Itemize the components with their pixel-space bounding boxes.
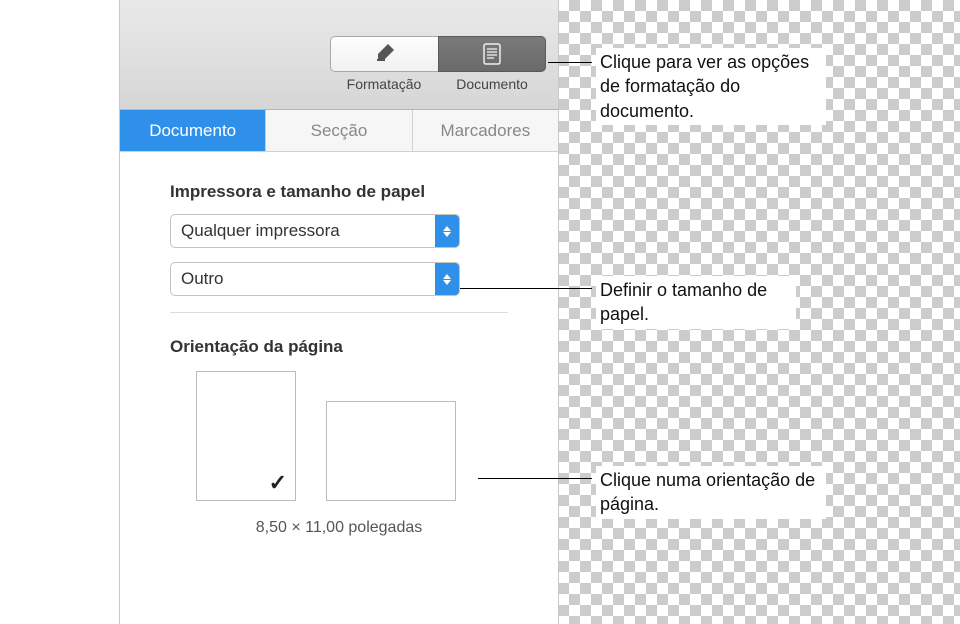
orientation-row: ✓ <box>196 371 508 501</box>
segmented-control: Formatação Documento <box>330 36 546 92</box>
callout-line <box>548 62 592 63</box>
orientation-portrait[interactable]: ✓ <box>196 371 296 501</box>
stepper-arrows-icon <box>435 215 459 247</box>
callout-paper-size: Definir o tamanho de papel. <box>596 276 796 329</box>
divider <box>170 312 508 313</box>
callout-line <box>478 478 592 479</box>
printer-section-title: Impressora e tamanho de papel <box>170 182 508 202</box>
orientation-landscape[interactable] <box>326 401 456 501</box>
page-dimensions: 8,50 × 11,00 polegadas <box>170 519 508 537</box>
format-button[interactable]: Formatação <box>330 36 438 92</box>
tab-section[interactable]: Secção <box>266 110 412 151</box>
tab-bar: Documento Secção Marcadores <box>120 110 558 152</box>
document-button-top <box>438 36 546 72</box>
content-area: Impressora e tamanho de papel Qualquer i… <box>120 152 558 537</box>
callout-doc-button: Clique para ver as opções de formatação … <box>596 48 826 125</box>
toolbar: Formatação Documento <box>120 0 558 110</box>
stepper-arrows-icon <box>435 263 459 295</box>
tab-bookmarks[interactable]: Marcadores <box>413 110 558 151</box>
checkmark-icon: ✓ <box>269 470 287 496</box>
inspector-panel: Formatação Documento Documento Secção Ma… <box>119 0 559 624</box>
paper-size-value: Outro <box>171 269 435 289</box>
document-label: Documento <box>438 76 546 92</box>
document-icon <box>482 43 502 65</box>
printer-popup[interactable]: Qualquer impressora <box>170 214 460 248</box>
callout-line <box>460 288 592 289</box>
document-button[interactable]: Documento <box>438 36 546 92</box>
tab-document[interactable]: Documento <box>120 110 266 151</box>
callout-orientation: Clique numa orientação de página. <box>596 466 826 519</box>
brush-icon <box>374 42 396 67</box>
format-button-top <box>330 36 438 72</box>
printer-popup-value: Qualquer impressora <box>171 221 435 241</box>
orientation-section-title: Orientação da página <box>170 337 508 357</box>
format-label: Formatação <box>330 76 438 92</box>
paper-size-popup[interactable]: Outro <box>170 262 460 296</box>
